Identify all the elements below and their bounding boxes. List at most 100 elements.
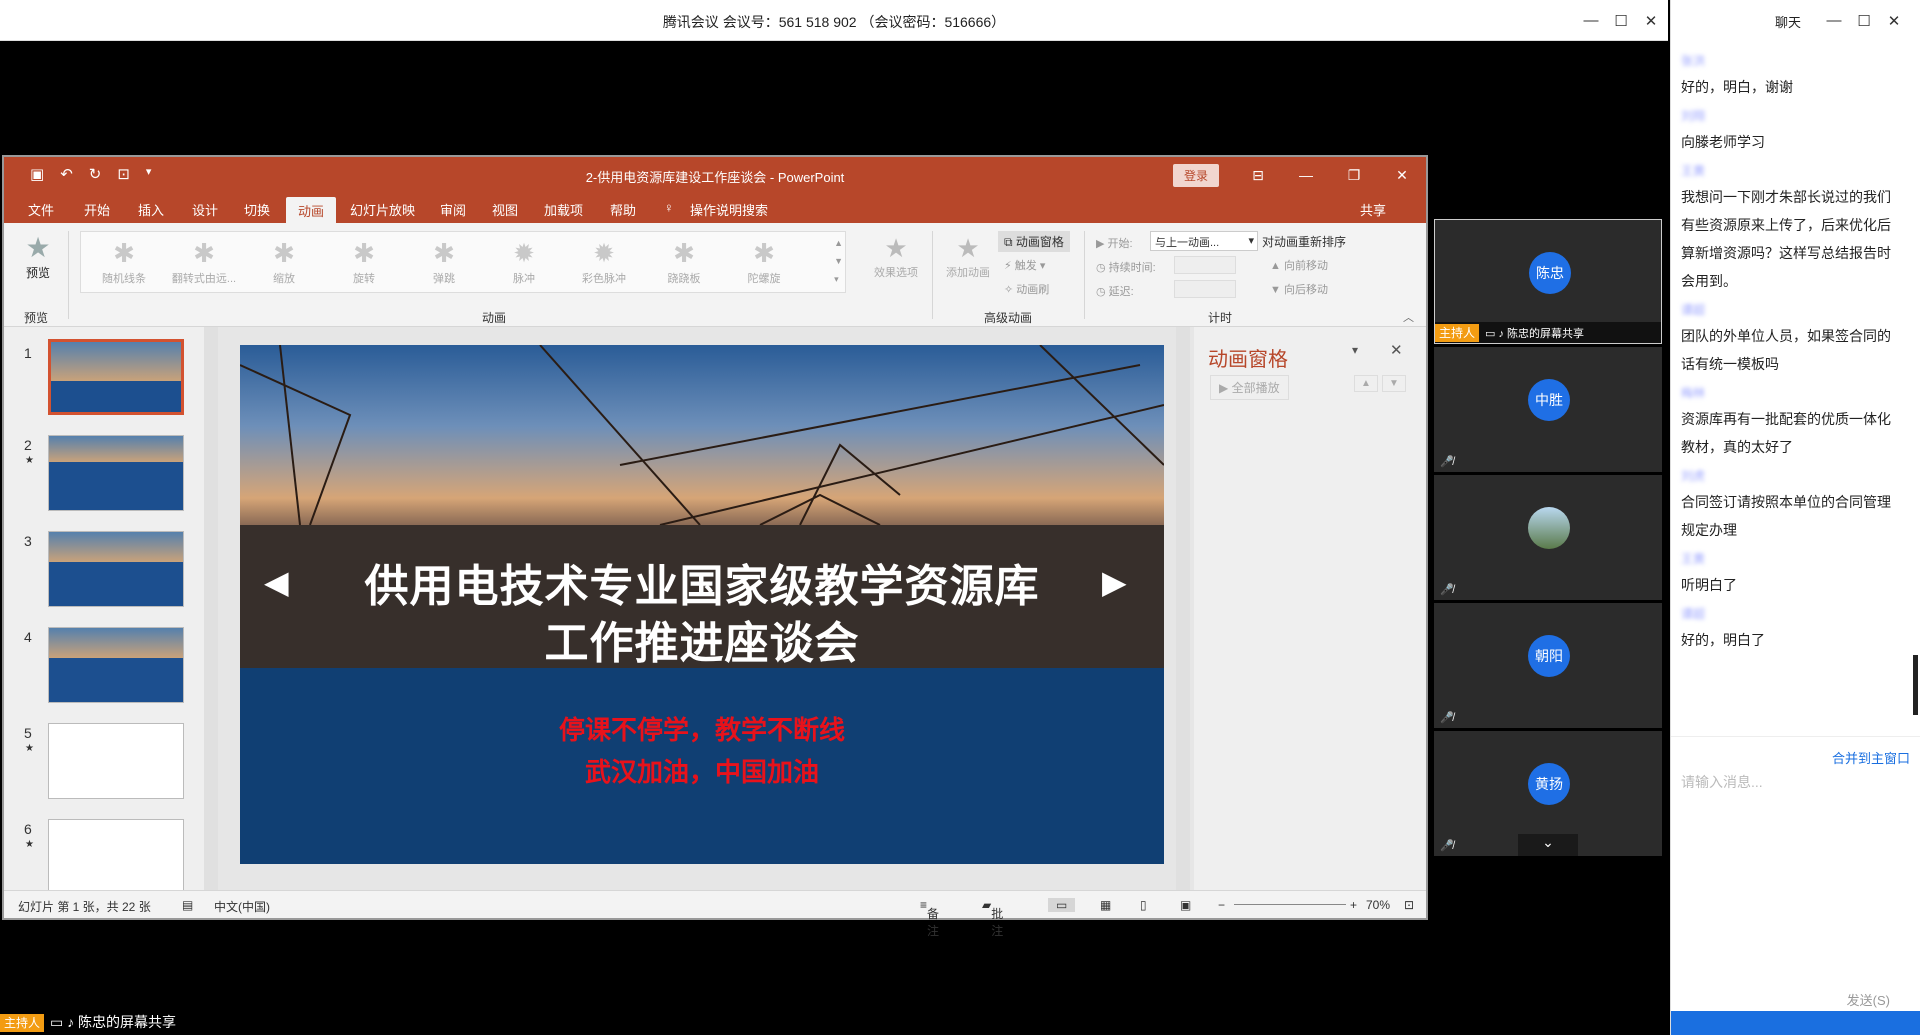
ppt-minimize-icon[interactable]: — [1282,157,1330,193]
ppt-window-controls: ⊟ — ❐ ✕ [1234,157,1426,193]
close-icon[interactable]: ✕ [1636,12,1666,30]
slide-slogan-line2: 武汉加油，中国加油 [584,757,819,787]
chat-maximize-icon[interactable]: ☐ [1849,12,1879,30]
video-tile[interactable]: 🎤̸ [1434,475,1662,600]
zoom-out-icon[interactable]: − [1218,898,1225,912]
mic-muted-icon: 🎤̸ [1440,456,1454,468]
status-language[interactable]: 中文(中国) [214,898,270,915]
tab-file[interactable]: 文件 [28,200,54,219]
anim-random-bars[interactable]: ✱ 随机线条 [89,236,159,286]
tab-transitions[interactable]: 切换 [244,200,270,219]
anim-bounce[interactable]: ✱ 弹跳 [409,236,479,286]
reading-view-icon[interactable]: ▯ [1140,898,1147,912]
zoom-slider[interactable] [1234,904,1346,905]
send-button[interactable]: 发送(S) [1847,990,1890,1009]
tab-insert[interactable]: 插入 [138,200,164,219]
video-participant-strip: 陈忠 主持人 ▭ ♪ 陈忠的屏幕共享 中胜 🎤̸ 🎤̸ 朝阳 🎤̸ 黄扬 🎤̸ ⌄ [1434,219,1664,859]
tab-home[interactable]: 开始 [84,200,110,219]
chat-scrollbar[interactable] [1913,655,1918,715]
slide-sorter-icon[interactable]: ▦ [1100,898,1111,912]
add-animation-button[interactable]: ★ 添加动画 [940,233,996,280]
anim-color-pulse[interactable]: ✹ 彩色脉冲 [569,236,639,286]
normal-view-icon[interactable]: ▭ [1048,898,1076,912]
animation-pane-button[interactable]: ⧉ 动画窗格 [998,231,1070,252]
video-tile[interactable]: 陈忠 主持人 ▭ ♪ 陈忠的屏幕共享 [1434,219,1662,344]
zoom-in-icon[interactable]: + [1350,898,1357,912]
anim-spinner[interactable]: ✱ 陀螺旋 [729,236,799,286]
slide-thumbnail-2[interactable] [48,435,184,511]
video-tile[interactable]: 黄扬 🎤̸ ⌄ [1434,731,1662,856]
effect-options-button[interactable]: ★ 效果选项 [866,233,926,280]
fit-slide-icon[interactable]: ⊡ [1404,898,1414,912]
delay-input[interactable] [1174,280,1236,298]
tab-addins[interactable]: 加载项 [544,200,583,219]
thumb-scrollbar[interactable] [204,327,218,890]
ppt-close-icon[interactable]: ✕ [1378,157,1426,193]
slide-thumbnail-4[interactable] [48,627,184,703]
duration-label-text: 持续时间: [1108,262,1156,274]
trigger-button[interactable]: ⚡ 触发 ▾ [1004,257,1045,273]
anim-zoom[interactable]: ✱ 缩放 [249,236,319,286]
anim-pulse[interactable]: ✹ 脉冲 [489,236,559,286]
video-tile[interactable]: 中胜 🎤̸ [1434,347,1662,472]
preview-button[interactable]: ★ 预览 [18,231,58,281]
collapse-ribbon-icon[interactable]: ︿ [1403,309,1414,325]
move-earlier-button[interactable]: ▲ 向前移动 [1270,257,1328,273]
play-all-button[interactable]: ▶ 全部播放 [1210,375,1289,400]
avatar: 朝阳 [1528,635,1570,677]
pane-move-up-icon[interactable]: ▲ [1354,375,1378,392]
tab-animations[interactable]: 动画 [286,197,337,226]
video-tile[interactable]: 朝阳 🎤̸ [1434,603,1662,728]
slide-thumbnail-6[interactable] [48,819,184,895]
anim-teeter[interactable]: ✱ 跷跷板 [649,236,719,286]
slide-scrollbar[interactable] [1176,327,1190,890]
anim-spin[interactable]: ✱ 旋转 [329,236,399,286]
thumb-image [49,628,183,658]
tell-me-search[interactable]: 操作说明搜索 [690,200,768,219]
merge-to-main-button[interactable]: 合并到主窗口 [1832,748,1910,767]
duration-input[interactable] [1174,256,1236,274]
tab-review[interactable]: 审阅 [440,200,466,219]
star-icon: ✱ [193,238,215,268]
move-earlier-label: 向前移动 [1283,260,1328,272]
start-select[interactable]: 与上一动画... ▾ [1150,231,1258,251]
tab-view[interactable]: 视图 [492,200,518,219]
slideshow-icon[interactable]: ▣ [1180,898,1191,912]
move-later-button[interactable]: ▼ 向后移动 [1270,281,1328,297]
tab-help[interactable]: 帮助 [610,200,636,219]
separator [68,231,69,319]
tab-design[interactable]: 设计 [192,200,218,219]
slide-thumbnail-1[interactable] [48,339,184,415]
notes-button[interactable]: ≡ 备注 [920,898,939,938]
pane-options-icon[interactable]: ▾ [1352,343,1358,357]
anim-flip[interactable]: ✱ 翻转式由远... [169,236,239,286]
slide-thumbnail-3[interactable] [48,531,184,607]
trigger-label: 触发 [1014,260,1037,272]
slide-canvas[interactable]: ◀ ▶ 供用电技术专业国家级教学资源库 工作推进座谈会 停课不停学，教学不断线 … [240,345,1164,864]
ppt-restore-icon[interactable]: ❐ [1330,157,1378,193]
chat-message: 团队的外单位人员，如果签合同的话有统一模板吗 [1681,328,1891,372]
comments-button[interactable]: ▰ 批注 [982,898,1003,938]
meeting-title: 腾讯会议 会议号：561 518 902 （会议密码：516666） [662,14,1006,30]
gallery-scroll[interactable]: ▲ ▼ ▾ [834,234,843,288]
ime-taskbar [1671,1011,1920,1035]
chat-minimize-icon[interactable]: — [1819,12,1849,29]
pane-move-down-icon[interactable]: ▼ [1382,375,1406,392]
preview-label: 预览 [25,266,50,280]
login-button[interactable]: 登录 [1173,164,1220,187]
slide-title-line1: 供用电技术专业国家级教学资源库 [364,562,1040,611]
spellcheck-icon[interactable]: ▤ [182,898,193,912]
chat-panel: 聊天 — ☐ ✕ 张洪 好的，明白，谢谢 刘翔 向滕老师学习 王黄 我想问一下刚… [1670,0,1920,1035]
pane-close-icon[interactable]: ✕ [1390,341,1403,359]
share-button[interactable]: 共享 [1360,200,1386,219]
scroll-down-chevron-icon[interactable]: ⌄ [1518,834,1578,856]
ribbon-display-icon[interactable]: ⊟ [1234,157,1282,193]
maximize-icon[interactable]: ☐ [1606,12,1636,30]
animation-painter-button[interactable]: ✧ 动画刷 [1004,281,1049,297]
slide-thumbnail-5[interactable] [48,723,184,799]
zoom-level[interactable]: 70% [1366,898,1390,912]
chat-close-icon[interactable]: ✕ [1879,12,1909,30]
minimize-icon[interactable]: — [1576,12,1606,29]
start-label: ▶ 开始: [1096,238,1133,250]
tab-slideshow[interactable]: 幻灯片放映 [350,200,415,219]
